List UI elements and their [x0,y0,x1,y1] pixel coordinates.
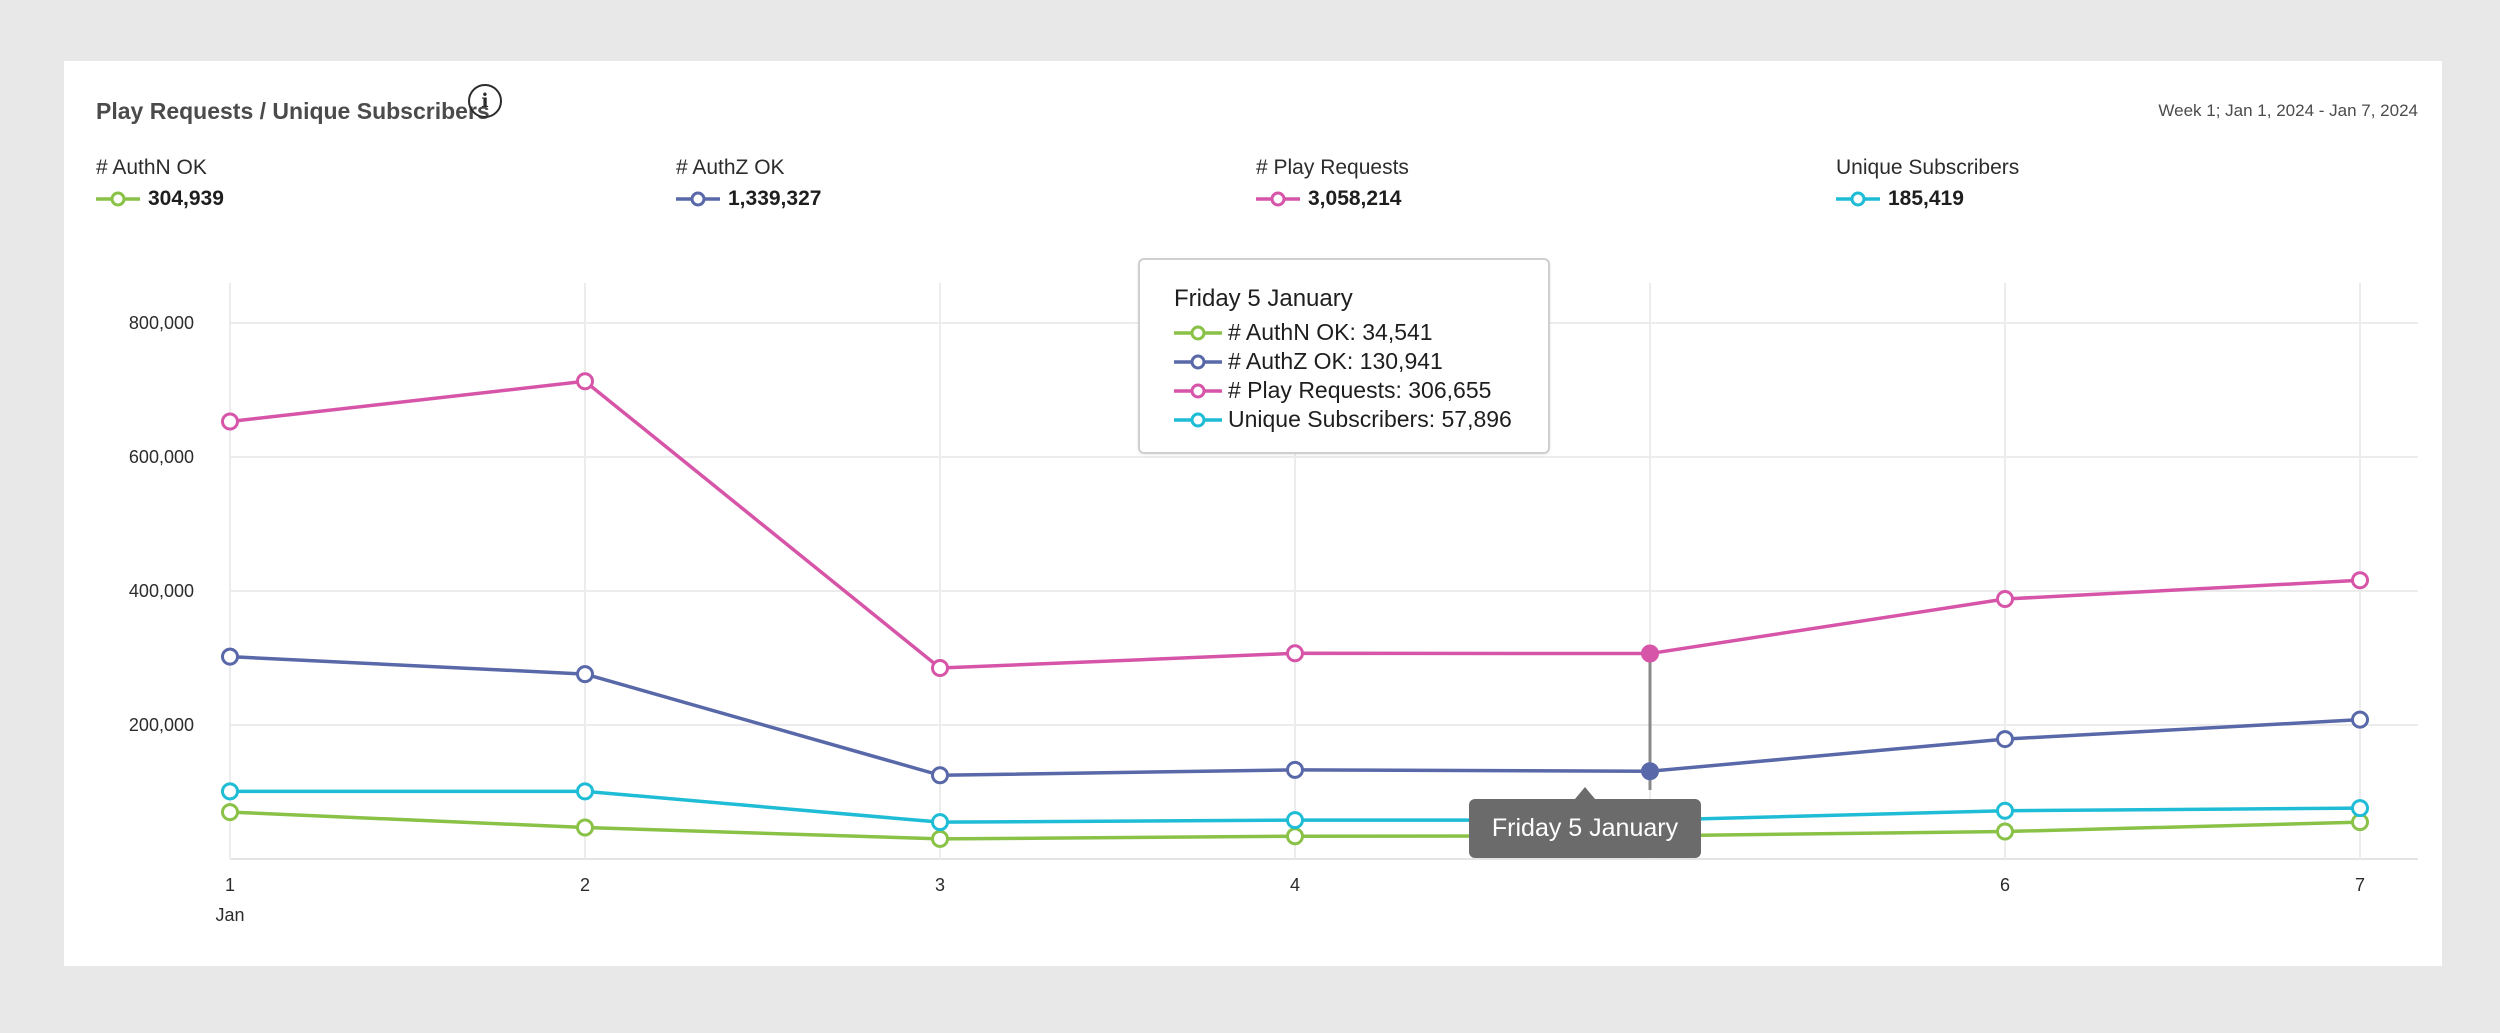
tooltip-title: Friday 5 January [1174,285,1353,312]
tooltip-row: # AuthN OK: 34,541 [1174,318,1548,347]
data-point [1286,760,1304,779]
y-tick-label: 600,000 [129,447,194,467]
tooltip-swatch-icon [1174,354,1222,369]
data-tooltip: Friday 5 January # AuthN OK: 34,541 # Au… [1138,258,1550,454]
y-tick-label: 400,000 [129,581,194,601]
x-sub-label: Jan [215,905,244,925]
tooltip-row: # AuthZ OK: 130,941 [1174,347,1548,376]
data-point [221,647,239,666]
data-point [576,372,594,391]
x-tick-label: 2 [580,875,590,895]
x-tick-label: 3 [935,875,945,895]
data-point [576,782,594,801]
tooltip-row: # Play Requests: 306,655 [1174,376,1548,405]
data-point [931,659,949,678]
x-tick-label: 4 [1290,875,1300,895]
data-point [576,818,594,837]
data-point [1286,827,1304,846]
y-tick-label: 800,000 [129,313,194,333]
data-point [221,782,239,801]
data-point [1996,801,2014,820]
data-point [1996,822,2014,841]
data-point [1286,811,1304,830]
tooltip-swatch-icon [1174,412,1222,427]
tooltip-row-text: # AuthZ OK: 130,941 [1228,348,1443,374]
data-point [221,803,239,822]
x-tick-label: 7 [2355,875,2365,895]
x-tick-label: 1 [225,875,235,895]
data-point [221,412,239,431]
data-point [1996,590,2014,609]
x-tick-label: 6 [2000,875,2010,895]
line-chart[interactable]: 200,000 400,000 600,000 800,000 1 2 3 4 6 7 Jan [0,0,2500,1033]
data-point [2351,799,2369,818]
y-tick-label: 200,000 [129,715,194,735]
data-point [931,766,949,785]
tooltip-swatch-icon [1174,325,1222,340]
data-point [1286,644,1304,663]
tooltip-row-text: # Play Requests: 306,655 [1228,377,1492,403]
data-point [2351,710,2369,729]
crosshair-x-label: Friday 5 January [1469,799,1701,858]
tooltip-swatch-icon [1174,383,1222,398]
data-point [1641,762,1659,781]
tooltip-row-text: Unique Subscribers: 57,896 [1228,406,1512,432]
tooltip-row-text: # AuthN OK: 34,541 [1228,319,1433,345]
crosshair-label-pointer [1575,787,1595,799]
data-point [1996,730,2014,749]
data-point [931,813,949,832]
data-point [1641,644,1659,663]
data-point [576,665,594,684]
data-point [2351,571,2369,590]
tooltip-row: Unique Subscribers: 57,896 [1174,405,1548,434]
data-point [931,829,949,848]
